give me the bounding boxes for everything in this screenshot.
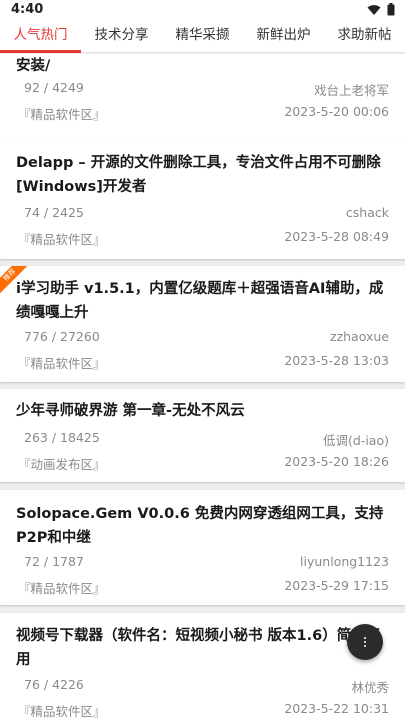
post-title: 安装/ xyxy=(16,58,51,74)
post-date: 2023-5-20 18:26 xyxy=(284,454,389,469)
tab-help[interactable]: 求助新帖 xyxy=(324,20,405,53)
post-stats: 92 / 4249 xyxy=(24,80,84,95)
post-meta-row: 74 / 2425 cshack xyxy=(24,205,389,223)
post-meta-row: 92 / 4249 戏台上老将军 xyxy=(24,80,389,98)
post-author[interactable]: 林优秀 xyxy=(351,677,389,696)
post-card[interactable]: Solopace.Gem V0.0.6 免费内网穿透组网工具，支持P2P和中继 … xyxy=(0,490,405,605)
post-meta-row: 『精品软件区』 2023-5-20 00:06 xyxy=(18,104,389,122)
post-date: 2023-5-22 10:31 xyxy=(284,701,389,716)
post-title: i学习助手 v1.5.1，内置亿级题库＋超强语音AI辅助，成绩嘎嘎上升 xyxy=(16,281,384,321)
post-author[interactable]: liyunlong1123 xyxy=(300,554,389,569)
post-meta-row: 72 / 1787 liyunlong1123 xyxy=(24,554,389,572)
tab-popular[interactable]: 人气热门 xyxy=(0,20,81,53)
post-meta-row: 『动画发布区』 2023-5-20 18:26 xyxy=(18,454,389,472)
tab-tech-share[interactable]: 技术分享 xyxy=(81,20,162,53)
post-category[interactable]: 『精品软件区』 xyxy=(18,701,106,720)
post-author[interactable]: 低调(d-iao) xyxy=(323,430,389,449)
post-title: 视频号下载器（软件名：短视频小秘书 版本1.6）简单好用 xyxy=(16,628,381,668)
post-meta-row: 『精品软件区』 2023-5-28 08:49 xyxy=(18,229,389,247)
post-card[interactable]: 推荐 i学习助手 v1.5.1，内置亿级题库＋超强语音AI辅助，成绩嘎嘎上升 7… xyxy=(0,266,405,382)
post-card[interactable]: 少年寻师破界游 第一章-无处不风云 263 / 18425 低调(d-iao) … xyxy=(0,389,405,482)
post-category[interactable]: 『精品软件区』 xyxy=(18,353,106,372)
post-title: Delapp – 开源的文件删除工具，专治文件占用不可删除[Windows]开发… xyxy=(16,155,381,195)
tab-featured[interactable]: 精华采撷 xyxy=(162,20,243,53)
more-options-button[interactable] xyxy=(347,624,383,660)
post-card[interactable]: 视频号下载器（软件名：短视频小秘书 版本1.6）简单好用 76 / 4226 林… xyxy=(0,613,405,721)
post-date: 2023-5-28 08:49 xyxy=(284,229,389,244)
post-meta-row: 『精品软件区』 2023-5-22 10:31 xyxy=(18,701,389,719)
post-category[interactable]: 『动画发布区』 xyxy=(18,454,106,473)
post-date: 2023-5-20 00:06 xyxy=(284,104,389,119)
post-stats: 72 / 1787 xyxy=(24,554,84,569)
post-card[interactable]: Delapp – 开源的文件删除工具，专治文件占用不可删除[Windows]开发… xyxy=(0,143,405,259)
post-stats: 776 / 27260 xyxy=(24,329,100,344)
post-author[interactable]: zzhaoxue xyxy=(330,329,389,344)
post-feed: 安装/ 92 / 4249 戏台上老将军 『精品软件区』 2023-5-20 0… xyxy=(0,54,405,721)
post-meta-row: 『精品软件区』 2023-5-28 13:03 xyxy=(18,353,389,371)
post-meta-row: 『精品软件区』 2023-5-29 17:15 xyxy=(18,578,389,596)
post-category[interactable]: 『精品软件区』 xyxy=(18,229,106,248)
post-date: 2023-5-28 13:03 xyxy=(284,353,389,368)
post-meta-row: 263 / 18425 低调(d-iao) xyxy=(24,430,389,448)
battery-icon xyxy=(387,3,395,16)
post-meta-row: 776 / 27260 zzhaoxue xyxy=(24,329,389,347)
post-category[interactable]: 『精品软件区』 xyxy=(18,578,106,597)
post-title: Solopace.Gem V0.0.6 免费内网穿透组网工具，支持P2P和中继 xyxy=(16,506,384,546)
status-time: 4:40 xyxy=(11,2,44,17)
post-title: 少年寻师破界游 第一章-无处不风云 xyxy=(16,403,245,419)
post-stats: 76 / 4226 xyxy=(24,677,84,692)
post-stats: 263 / 18425 xyxy=(24,430,100,445)
post-stats: 74 / 2425 xyxy=(24,205,84,220)
tab-new[interactable]: 新鲜出炉 xyxy=(243,20,324,53)
status-icons xyxy=(367,3,395,16)
post-author[interactable]: 戏台上老将军 xyxy=(314,80,389,99)
tab-bar: 人气热门 技术分享 精华采撷 新鲜出炉 求助新帖 xyxy=(0,20,405,53)
wifi-icon xyxy=(367,4,381,15)
post-category[interactable]: 『精品软件区』 xyxy=(18,104,106,123)
status-bar: 4:40 xyxy=(0,0,405,20)
post-meta-row: 76 / 4226 林优秀 xyxy=(24,677,389,695)
post-author[interactable]: cshack xyxy=(346,205,389,220)
post-date: 2023-5-29 17:15 xyxy=(284,578,389,593)
